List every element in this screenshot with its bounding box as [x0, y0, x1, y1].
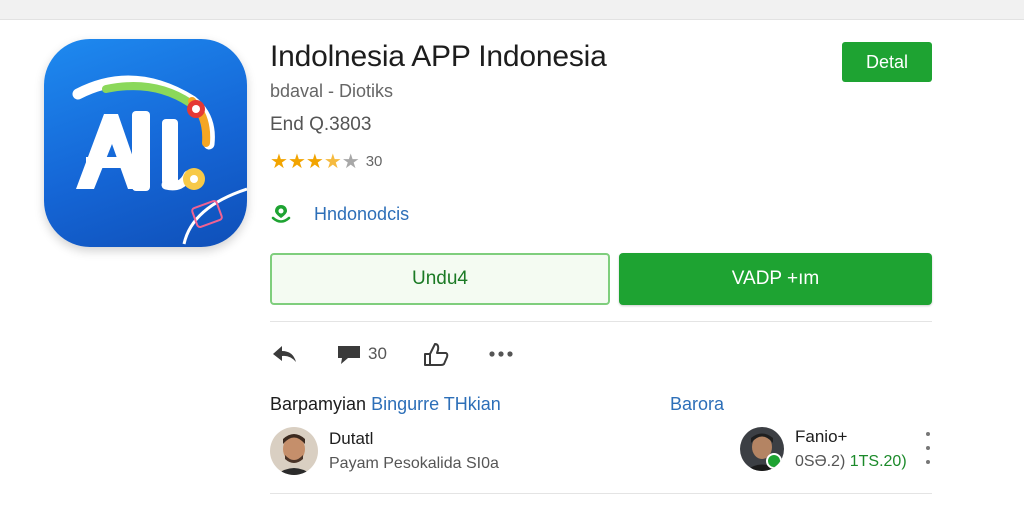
detail-button[interactable]: Detal [842, 42, 932, 82]
back-arrow-icon [273, 346, 296, 362]
top-bar [0, 0, 1024, 20]
divider [270, 321, 932, 322]
rating: ★ ★ ★ ★ ★ 30 [270, 150, 382, 172]
reviewer-name: Dutatl [329, 429, 374, 448]
section-title-text: Barpamyian [270, 394, 367, 414]
rating-count: 30 [365, 152, 383, 170]
star-icon: ★ [305, 149, 324, 173]
review-text-prefix: 0SƏ.2) [795, 453, 846, 470]
review-text-highlight: 1TS.20) [849, 453, 907, 470]
review-item[interactable]: Fanio+ 0SƏ.2) 1TS.20) [740, 427, 907, 471]
online-status-icon [766, 453, 782, 469]
app-icon [44, 39, 247, 247]
review-text: Payam Pesokalida SI0a [329, 455, 499, 472]
thumb-icon [424, 343, 449, 366]
star-icon: ★ [323, 149, 342, 173]
share-button[interactable] [270, 340, 298, 368]
star-icon: ★ [287, 149, 306, 173]
more-actions-button[interactable] [488, 340, 514, 368]
star-icon: ★ [341, 149, 360, 173]
app-title: Indolnesia APP Indonesia [270, 40, 607, 73]
review-item[interactable]: Dutatl Payam Pesokalida SI0a [270, 427, 499, 475]
install-button[interactable]: VADP +ım [619, 253, 932, 305]
reviews-section-title: Barpamyian Bingurre THkian [270, 394, 501, 415]
section-title-accent: Bingurre THkian [371, 394, 501, 414]
comment-icon [338, 346, 360, 364]
like-button[interactable] [422, 340, 450, 368]
reviewer-name: Fanio+ [795, 427, 848, 446]
more-dots-icon [489, 351, 513, 357]
more-vertical-icon [926, 446, 930, 450]
download-button[interactable]: Undu4 [270, 253, 610, 305]
divider [270, 493, 932, 494]
reviews-section-link[interactable]: Barora [670, 394, 724, 415]
comment-button[interactable]: 30 [336, 340, 387, 368]
location-pin-icon [271, 205, 291, 223]
more-vertical-icon [926, 432, 930, 436]
category-label: Hndonodcis [314, 203, 410, 224]
review-text: 0SƏ.2) 1TS.20) [795, 453, 907, 471]
review-menu-button[interactable] [921, 430, 935, 466]
developer-name[interactable]: bdaval - Diotiks [270, 81, 393, 102]
avatar [740, 427, 784, 471]
star-icon: ★ [270, 149, 288, 173]
app-meta: End Q.3803 [270, 114, 372, 135]
comment-count: 30 [368, 344, 387, 363]
category[interactable]: Hndonodcis [270, 203, 409, 225]
avatar [270, 427, 318, 475]
more-vertical-icon [926, 460, 930, 464]
